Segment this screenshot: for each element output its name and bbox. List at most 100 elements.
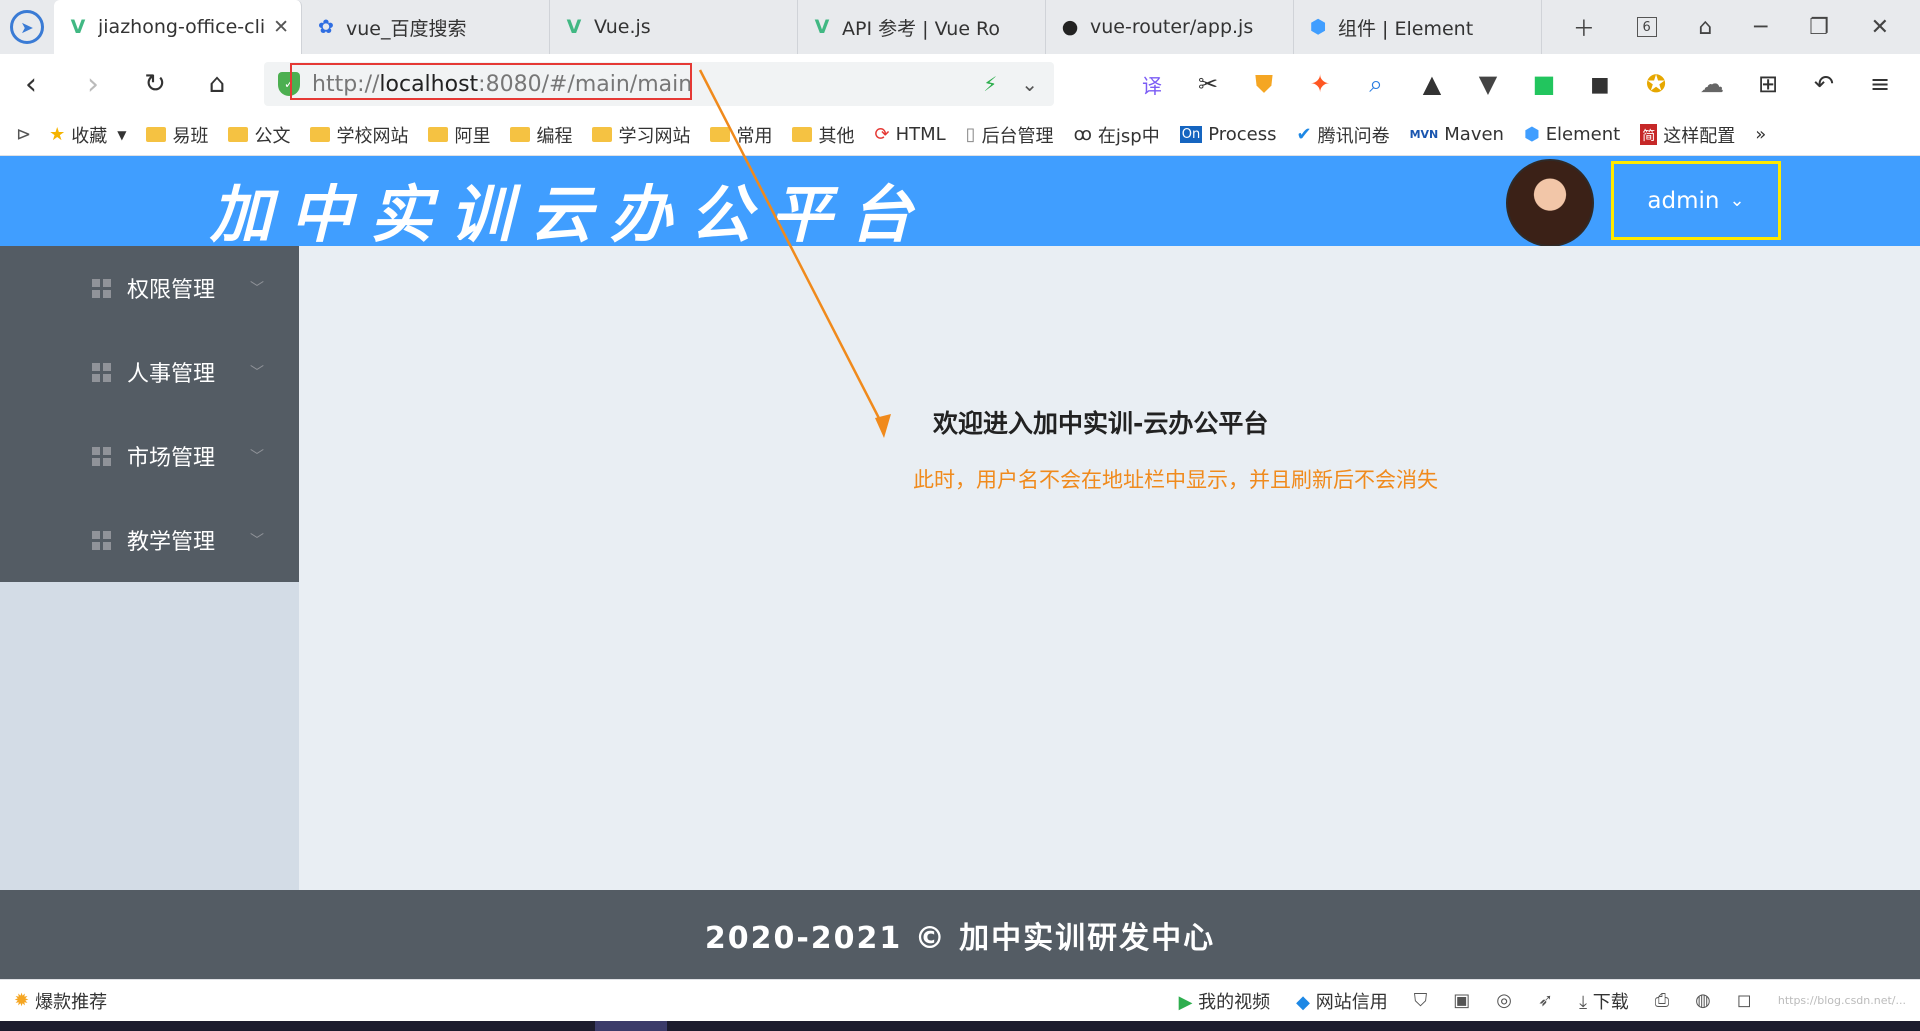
rocket-icon[interactable]: ➶	[1538, 990, 1553, 1011]
sidebar-item-teaching[interactable]: 教学管理 ﹀	[0, 498, 299, 582]
app-header: 加中实训云办公平台 admin ⌄	[0, 156, 1920, 251]
sidebar-toggle-icon[interactable]: ⊳	[16, 124, 31, 145]
grid-icon	[92, 530, 111, 550]
speed-icon[interactable]: ◎	[1496, 990, 1512, 1011]
sidebar-item-label: 市场管理	[127, 446, 216, 471]
translate-icon[interactable]: 译	[1124, 70, 1180, 99]
sidebar-item-market[interactable]: 市场管理 ﹀	[0, 414, 299, 498]
sidebar-item-permissions[interactable]: 权限管理 ﹀	[0, 246, 299, 330]
restore-icon[interactable]: ❐	[1809, 15, 1829, 40]
taskbar-active-item[interactable]	[595, 1021, 667, 1031]
bookmark-tencent[interactable]: ✔ 腾讯问卷	[1297, 122, 1390, 148]
bookmark-favorites[interactable]: ★ 收藏 ▼	[49, 122, 126, 148]
processon-icon: On	[1179, 126, 1203, 143]
browser-icon[interactable]: ◍	[1695, 990, 1711, 1011]
bookmark-label: 学习网站	[618, 125, 691, 147]
status-label: 我的视频	[1198, 991, 1271, 1013]
bookmark-other[interactable]: 其他	[792, 122, 854, 148]
bookmark-ali[interactable]: 阿里	[428, 122, 490, 148]
bookmark-element[interactable]: ⬢ Element	[1524, 124, 1620, 145]
triangle-logo-icon[interactable]: ▲	[1404, 70, 1460, 98]
image-icon[interactable]: ▣	[1453, 990, 1470, 1011]
vivaldi-icon[interactable]: ▼	[1460, 70, 1516, 98]
reload-icon[interactable]: ↻	[124, 69, 186, 99]
tab-vuejs[interactable]: V Vue.js	[550, 0, 798, 54]
undo-icon[interactable]: ↶	[1796, 70, 1852, 98]
dual-square-icon[interactable]: ◼	[1572, 70, 1628, 98]
bookmark-school[interactable]: 学校网站	[310, 122, 408, 148]
bookmark-jsp[interactable]: ꝏ 在jsp中	[1074, 122, 1160, 148]
tab-label: API 参考 | Vue Ro	[842, 17, 1001, 40]
browser-logo[interactable]: ➤	[0, 0, 54, 54]
maven-icon: MVN	[1409, 128, 1439, 141]
link-icon: ꝏ	[1073, 124, 1092, 145]
url-highlight-box	[290, 63, 692, 100]
folder-icon	[310, 127, 331, 142]
bookmark-common[interactable]: 常用	[710, 122, 772, 148]
tab-label: vue_百度搜索	[346, 17, 467, 40]
green-app-icon[interactable]: ■	[1516, 70, 1572, 98]
back-icon[interactable]: ‹	[0, 67, 62, 102]
hot-recommend[interactable]: ✹ 爆款推荐	[14, 988, 107, 1014]
status-credit[interactable]: ◆ 网站信用	[1296, 988, 1388, 1014]
chevron-down-icon[interactable]: ⌄	[1021, 72, 1038, 96]
bookmark-config[interactable]: 简这样配置	[1640, 122, 1735, 148]
window-icon[interactable]: ◻	[1737, 990, 1752, 1011]
star-icon: ★	[49, 124, 66, 145]
bookmark-study[interactable]: 学习网站	[592, 122, 690, 148]
bookmarks-more[interactable]: »	[1755, 124, 1766, 145]
apps-grid-icon[interactable]: ⊞	[1740, 70, 1796, 98]
watermark-text: https://blog.csdn.net/...	[1777, 994, 1906, 1007]
vue-logo-icon: V	[70, 16, 86, 38]
tab-count-badge[interactable]: 6	[1636, 17, 1657, 37]
baidu-paw-icon: ✿	[318, 16, 334, 38]
bookmark-admin[interactable]: ▯ 后台管理	[966, 122, 1054, 148]
close-tab-icon[interactable]: ✕	[273, 16, 289, 38]
tab-github[interactable]: ● vue-router/app.js	[1046, 0, 1294, 54]
minimize-icon[interactable]: ─	[1754, 15, 1767, 40]
tab-label: 组件 | Element	[1338, 17, 1474, 40]
vue-logo-icon: V	[814, 16, 830, 38]
extension-toolbar: 译 ✂ ⛊ ✦ ⌕ ▲ ▼ ■ ◼ ✪ ☁ ⊞ ↶ ≡	[1124, 54, 1908, 114]
status-my-video[interactable]: ▶ 我的视频	[1179, 988, 1271, 1014]
search-icon[interactable]: ⌕	[1348, 70, 1404, 98]
bookmark-coding[interactable]: 编程	[510, 122, 572, 148]
status-label: 下载	[1592, 991, 1629, 1013]
cloud-link-icon[interactable]: ☁	[1684, 70, 1740, 98]
lightning-icon[interactable]: ⚡	[983, 72, 997, 96]
bookmark-maven[interactable]: MVN Maven	[1410, 124, 1504, 145]
skin-shirt-icon[interactable]: ⌂	[1698, 15, 1712, 40]
download-icon: ⤓	[1579, 991, 1588, 1013]
tab-element[interactable]: ⬢ 组件 | Element	[1294, 0, 1542, 54]
home-icon[interactable]: ⌂	[186, 69, 248, 99]
sidebar-item-label: 权限管理	[127, 278, 216, 303]
forward-icon[interactable]: ›	[62, 67, 124, 102]
bookmark-label: 后台管理	[981, 125, 1054, 147]
sidebar-item-hr[interactable]: 人事管理 ﹀	[0, 330, 299, 414]
new-tab-icon[interactable]: ＋	[1573, 11, 1595, 43]
bookmark-label: 公文	[254, 125, 291, 147]
avatar[interactable]	[1506, 159, 1594, 247]
bookmark-process[interactable]: On Process	[1179, 124, 1277, 145]
status-download[interactable]: ⤓ 下载	[1579, 988, 1629, 1014]
scissors-icon[interactable]: ✂	[1180, 70, 1236, 98]
bookmark-label: 收藏	[71, 125, 108, 147]
printer-icon[interactable]: ⎙	[1655, 990, 1669, 1011]
bookmark-html[interactable]: ⟳ HTML	[874, 124, 945, 145]
video-icon: ▶	[1178, 991, 1193, 1013]
menu-icon[interactable]: ≡	[1852, 70, 1908, 98]
close-window-icon[interactable]: ✕	[1871, 15, 1889, 40]
bookmark-yiban[interactable]: 易班	[146, 122, 208, 148]
coin-shield-icon[interactable]: ⛊	[1236, 70, 1292, 98]
tab-vue-router-api[interactable]: V API 参考 | Vue Ro	[798, 0, 1046, 54]
cat-icon[interactable]: ✪	[1628, 70, 1684, 98]
tab-baidu[interactable]: ✿ vue_百度搜索	[302, 0, 550, 54]
user-dropdown[interactable]: admin ⌄	[1611, 161, 1781, 240]
tab-jiazhong[interactable]: V jiazhong-office-cli ✕	[54, 0, 302, 54]
folder-icon	[228, 127, 249, 142]
bookmark-label: 阿里	[454, 125, 491, 147]
bookmark-gongwen[interactable]: 公文	[228, 122, 290, 148]
bookmark-label: 腾讯问卷	[1317, 125, 1390, 147]
game-icon[interactable]: ✦	[1292, 70, 1348, 98]
shield-icon[interactable]: ⛉	[1414, 990, 1428, 1011]
